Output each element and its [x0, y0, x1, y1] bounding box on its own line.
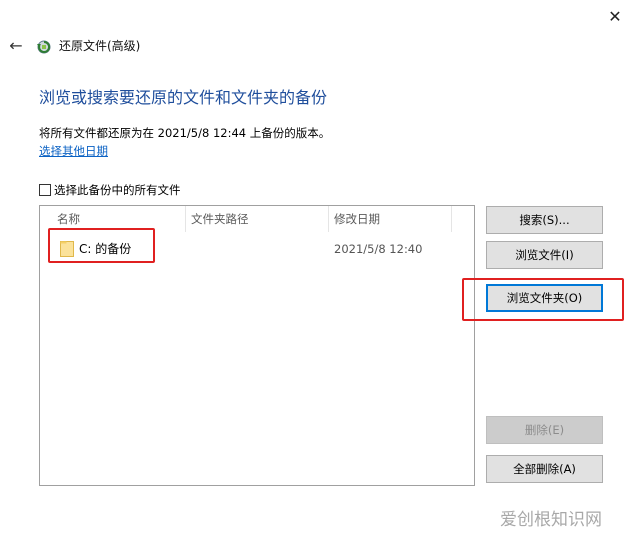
select-all-checkbox[interactable] — [39, 184, 51, 196]
restore-info-text: 将所有文件都还原为在 2021/5/8 12:44 上备份的版本。 — [39, 126, 331, 140]
window-title: 还原文件(高级) — [59, 39, 141, 53]
file-list[interactable]: 名称 文件夹路径 修改日期 C: 的备份 2021/5/8 12:40 — [39, 205, 475, 486]
column-header-folder-path[interactable]: 文件夹路径 — [174, 206, 249, 232]
backup-restore-icon — [35, 37, 53, 55]
choose-other-date-link[interactable]: 选择其他日期 — [39, 143, 108, 159]
list-header: 名称 文件夹路径 修改日期 — [40, 206, 474, 232]
select-all-checkbox-row[interactable]: 选择此备份中的所有文件 — [39, 182, 181, 198]
column-header-modified[interactable]: 修改日期 — [317, 206, 380, 232]
page-heading: 浏览或搜索要还原的文件和文件夹的备份 — [39, 88, 328, 107]
browse-files-button[interactable]: 浏览文件(I) — [486, 241, 603, 269]
column-divider[interactable] — [451, 206, 452, 232]
list-item[interactable]: C: 的备份 2021/5/8 12:40 — [40, 238, 474, 260]
select-all-label: 选择此备份中的所有文件 — [54, 183, 181, 197]
list-item-name: C: 的备份 — [79, 242, 132, 256]
column-header-name[interactable]: 名称 — [40, 206, 80, 232]
watermark: 爱创根知识网 — [500, 510, 602, 530]
close-button[interactable]: ✕ — [604, 6, 626, 28]
back-arrow-icon[interactable]: ← — [6, 36, 26, 56]
folder-icon — [60, 241, 74, 257]
browse-folders-button[interactable]: 浏览文件夹(O) — [486, 284, 603, 312]
remove-button[interactable]: 删除(E) — [486, 416, 603, 444]
list-item-modified: 2021/5/8 12:40 — [334, 242, 423, 256]
remove-all-button[interactable]: 全部删除(A) — [486, 455, 603, 483]
search-button[interactable]: 搜索(S)... — [486, 206, 603, 234]
